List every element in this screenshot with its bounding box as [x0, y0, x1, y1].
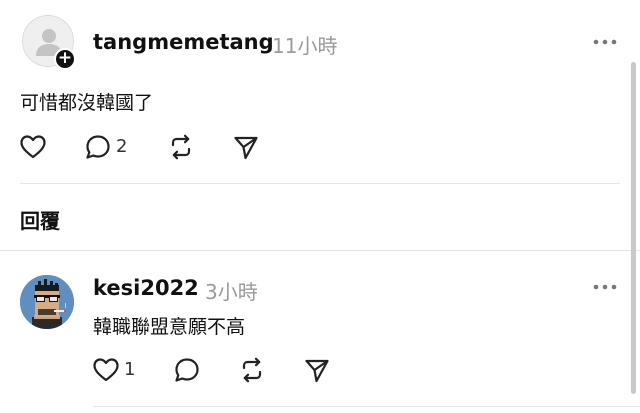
post-timestamp: 11小時 — [272, 34, 338, 58]
more-icon[interactable] — [593, 284, 617, 290]
divider — [0, 250, 640, 251]
divider — [93, 406, 640, 407]
post-text: 可惜都沒韓國了 — [20, 92, 154, 114]
avatar[interactable] — [20, 275, 74, 329]
repost-icon[interactable] — [167, 133, 195, 161]
replies-heading: 回覆 — [20, 209, 60, 233]
like-count: 1 — [124, 359, 136, 380]
reply-timestamp: 3小時 — [205, 280, 258, 304]
scrollbar[interactable] — [631, 62, 636, 394]
comment-icon[interactable] — [173, 356, 201, 384]
heart-icon[interactable] — [92, 356, 120, 384]
comment-icon[interactable] — [84, 133, 112, 161]
post-username[interactable]: tangmemetang — [93, 30, 274, 54]
divider — [20, 183, 620, 184]
reply-username[interactable]: kesi2022 — [93, 276, 199, 300]
more-icon[interactable] — [593, 39, 617, 45]
plus-icon[interactable]: + — [54, 48, 76, 70]
send-icon[interactable] — [232, 133, 260, 161]
heart-icon[interactable] — [19, 133, 47, 161]
reply-text: 韓職聯盟意願不高 — [93, 316, 246, 338]
pixel-art-avatar-icon — [20, 275, 74, 329]
send-icon[interactable] — [303, 356, 331, 384]
repost-icon[interactable] — [238, 356, 266, 384]
reply-count: 2 — [116, 136, 128, 157]
